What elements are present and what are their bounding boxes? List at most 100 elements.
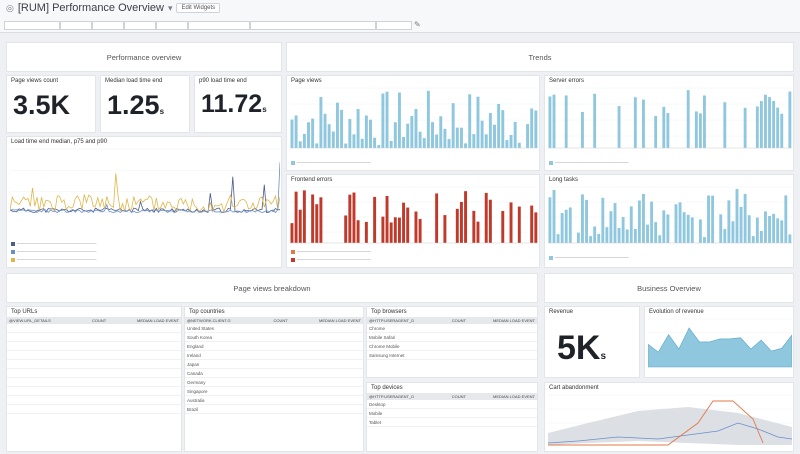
legend-row-1: ────────────────────────── <box>291 249 371 254</box>
table-row[interactable]: Brazil <box>185 404 363 414</box>
server-errors-widget[interactable]: Server errors ────────────────────────── <box>544 75 794 171</box>
column-header[interactable]: COUNT <box>440 393 468 400</box>
table-row[interactable] <box>7 324 181 333</box>
filter-pill-5[interactable] <box>156 21 188 30</box>
edit-widgets-button[interactable]: Edit Widgets <box>176 3 221 13</box>
table-row[interactable]: Canada <box>185 368 363 378</box>
long-tasks-widget[interactable]: Long tasks ────────────────────────── <box>544 174 794 268</box>
median-load-time-widget[interactable]: Median load time end 1.25s <box>100 75 190 133</box>
table-row[interactable]: Samsung Internet <box>367 350 537 360</box>
table-row[interactable] <box>7 341 181 351</box>
widget-title: Server errors <box>549 78 585 84</box>
table-row[interactable]: Germany <box>185 377 363 387</box>
table-row[interactable]: Australia <box>185 395 363 405</box>
widget-title: Revenue <box>549 309 574 315</box>
column-header[interactable]: COUNT <box>79 317 109 324</box>
table-row[interactable]: United States <box>185 324 363 333</box>
table-row[interactable]: Japan <box>185 359 363 369</box>
top-browsers-widget[interactable]: Top browsers @HTTP.USERAGENT_D COUNT MED… <box>366 306 538 378</box>
bar <box>315 143 319 148</box>
bar <box>389 222 393 243</box>
table-row[interactable] <box>7 377 181 387</box>
table-row[interactable] <box>7 332 181 342</box>
filter-pill-7[interactable] <box>250 21 376 30</box>
bar <box>335 102 339 148</box>
filter-pill-6[interactable] <box>188 21 250 30</box>
table-row[interactable] <box>7 386 181 396</box>
bar <box>727 200 731 243</box>
table-row[interactable] <box>7 359 181 369</box>
column-header[interactable]: MEDIAN LOAD EVENT <box>289 317 363 324</box>
bar <box>581 111 584 148</box>
bar <box>377 145 381 148</box>
pencil-icon[interactable]: ✎ <box>414 20 421 29</box>
bar <box>780 220 784 243</box>
table-row[interactable]: Desktop <box>367 400 537 409</box>
bar <box>344 215 348 243</box>
bar <box>711 195 715 243</box>
bar <box>759 231 763 243</box>
table-row[interactable]: Tablet <box>367 417 537 427</box>
table-row[interactable]: Ireland <box>185 350 363 360</box>
bar <box>464 191 468 243</box>
evolution-revenue-widget[interactable]: Evolution of revenue <box>644 306 794 378</box>
top-countries-widget[interactable]: Top countries @NETWORK.CLIENT.G COUNT ME… <box>184 306 364 452</box>
table-row[interactable] <box>7 404 181 414</box>
top-urls-widget[interactable]: Top URLs @VIEW.URL_DETAILS COUNT MEDIAN … <box>6 306 182 452</box>
column-header[interactable]: COUNT <box>440 317 468 324</box>
bar <box>609 211 613 243</box>
bar <box>426 90 430 148</box>
table-row[interactable]: Singapore <box>185 386 363 396</box>
filter-pill-3[interactable] <box>92 21 124 30</box>
table-row[interactable]: Chrome Mobile <box>367 341 537 351</box>
bar <box>406 123 410 148</box>
bar <box>552 94 556 148</box>
top-devices-widget[interactable]: Top devices @HTTP.USERAGENT_D COUNT MEDI… <box>366 382 538 452</box>
revenue-widget[interactable]: Revenue 5Ks <box>544 306 640 378</box>
frontend-errors-widget[interactable]: Frontend errors ────────────────────────… <box>286 174 540 268</box>
bar <box>747 215 751 243</box>
bar <box>658 235 662 243</box>
chevron-down-icon[interactable]: ▾ <box>168 3 173 14</box>
table-row[interactable]: Mobile Safari <box>367 332 537 342</box>
filter-pill-1[interactable] <box>4 21 60 30</box>
page-views-count-widget[interactable]: Page views count 3.5K <box>6 75 96 133</box>
cart-abandonment-widget[interactable]: Cart abandonment <box>544 382 794 452</box>
table-row[interactable] <box>7 350 181 360</box>
bar <box>443 215 447 243</box>
bar <box>414 109 418 148</box>
bar <box>678 202 682 243</box>
bar <box>323 113 327 148</box>
bar <box>302 133 306 148</box>
load-time-widget[interactable]: Load time end median, p75 and p90 ──────… <box>6 136 282 268</box>
column-header[interactable]: @HTTP.USERAGENT_D <box>367 393 441 400</box>
bar <box>385 91 389 148</box>
table-row[interactable] <box>7 395 181 405</box>
table-row[interactable]: England <box>185 341 363 351</box>
filter-pill-2[interactable] <box>60 21 92 30</box>
column-header[interactable]: MEDIAN LOAD EVENT <box>108 317 181 324</box>
table-row[interactable]: Mobile <box>367 408 537 418</box>
bar <box>617 227 621 243</box>
p90-load-time-widget[interactable]: p90 load time end 11.72s <box>194 75 282 133</box>
filter-pill-8[interactable] <box>376 21 412 30</box>
bar <box>690 217 694 243</box>
column-header[interactable]: MEDIAN LOAD EVENT <box>467 393 537 400</box>
column-header[interactable]: @NETWORK.CLIENT.G <box>185 317 261 324</box>
bar <box>784 195 788 243</box>
median-load-value: 1.25s <box>107 90 165 120</box>
column-header[interactable]: @VIEW.URL_DETAILS <box>7 317 80 324</box>
table-row[interactable]: South Korea <box>185 332 363 342</box>
page-views-trend-widget[interactable]: Page views ────────────────────────── <box>286 75 540 171</box>
filter-pill-4[interactable] <box>124 21 156 30</box>
column-header[interactable]: MEDIAN LOAD EVENT <box>467 317 537 324</box>
legend-row-2: ──────────────────────────── <box>11 249 96 254</box>
table-row[interactable] <box>7 368 181 378</box>
table-row[interactable]: Chrome <box>367 324 537 333</box>
bar <box>703 95 706 148</box>
dashboard-header: ◎ [RUM] Performance Overview ▾ Edit Widg… <box>0 0 800 19</box>
column-header[interactable]: COUNT <box>260 317 290 324</box>
column-header[interactable]: @HTTP.USERAGENT_D <box>367 317 441 324</box>
bar <box>621 217 625 243</box>
dashboard-title-group: ◎ [RUM] Performance Overview ▾ Edit Widg… <box>6 2 221 14</box>
